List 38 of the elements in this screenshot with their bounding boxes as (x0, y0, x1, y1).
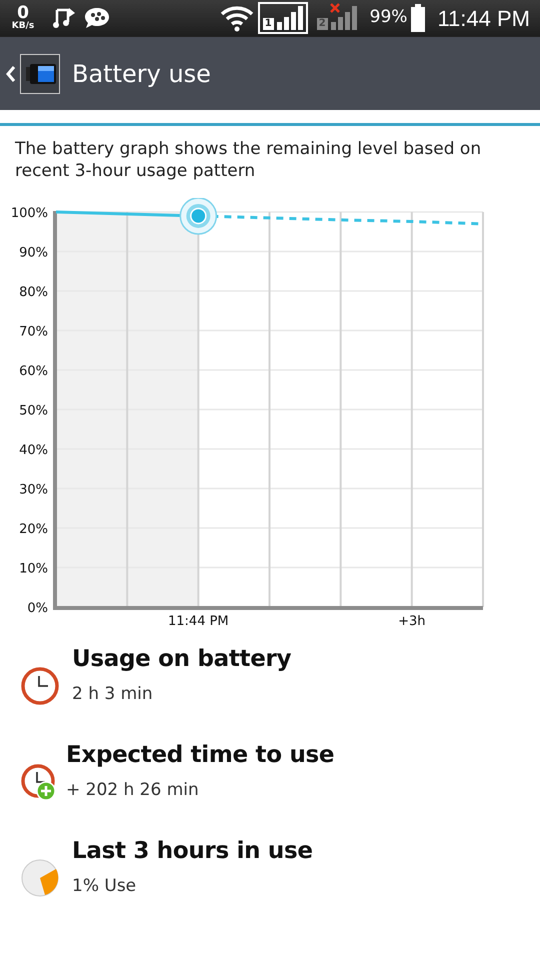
battery-icon (411, 4, 426, 32)
chat-bubble-icon (84, 6, 110, 30)
music-note-icon (52, 6, 76, 30)
y-axis-label: 20% (19, 522, 48, 538)
item-value: 2 h 3 min (72, 682, 154, 706)
item-title: Usage on battery (72, 646, 292, 674)
current-level-marker (180, 198, 218, 235)
y-axis-label: 80% (19, 285, 48, 300)
y-axis-label: 0% (27, 601, 48, 616)
sim-label: 2 (316, 18, 328, 30)
speed-unit: KB/s (12, 22, 34, 31)
item-title: Expected time to use (66, 742, 334, 770)
clock-time: 11:44 PM (437, 4, 530, 32)
y-axis-label: 10% (19, 562, 48, 577)
speed-value: 0 (17, 5, 29, 22)
x-axis-label: 11:44 PM (168, 614, 229, 630)
pie-chart-icon (20, 858, 60, 898)
y-axis-label: 70% (19, 324, 48, 340)
clock-icon (20, 666, 60, 706)
back-button[interactable] (6, 54, 60, 94)
battery-percent: 99% (370, 6, 408, 30)
item-title: Last 3 hours in use (72, 838, 313, 866)
screen-title: Battery use (72, 58, 211, 90)
x-axis-label: +3h (398, 614, 426, 630)
sim-label: 1 (262, 18, 274, 30)
item-value: 1% Use (72, 874, 138, 898)
y-axis-label: 30% (19, 482, 48, 498)
y-axis-label: 60% (19, 364, 48, 380)
y-axis-label: 100% (10, 206, 48, 222)
wifi-icon (220, 4, 254, 32)
back-chevron-icon (6, 64, 16, 82)
battery-app-icon (20, 54, 60, 94)
y-axis-label: 90% (19, 246, 48, 261)
y-axis-label: 40% (19, 443, 48, 458)
description-text: The battery graph shows the remaining level based on recent 3-hour usage pattern (14, 138, 482, 182)
y-axis-label: 50% (19, 404, 48, 419)
no-service-icon (330, 3, 340, 13)
item-value: + 202 h 26 min (66, 778, 200, 802)
